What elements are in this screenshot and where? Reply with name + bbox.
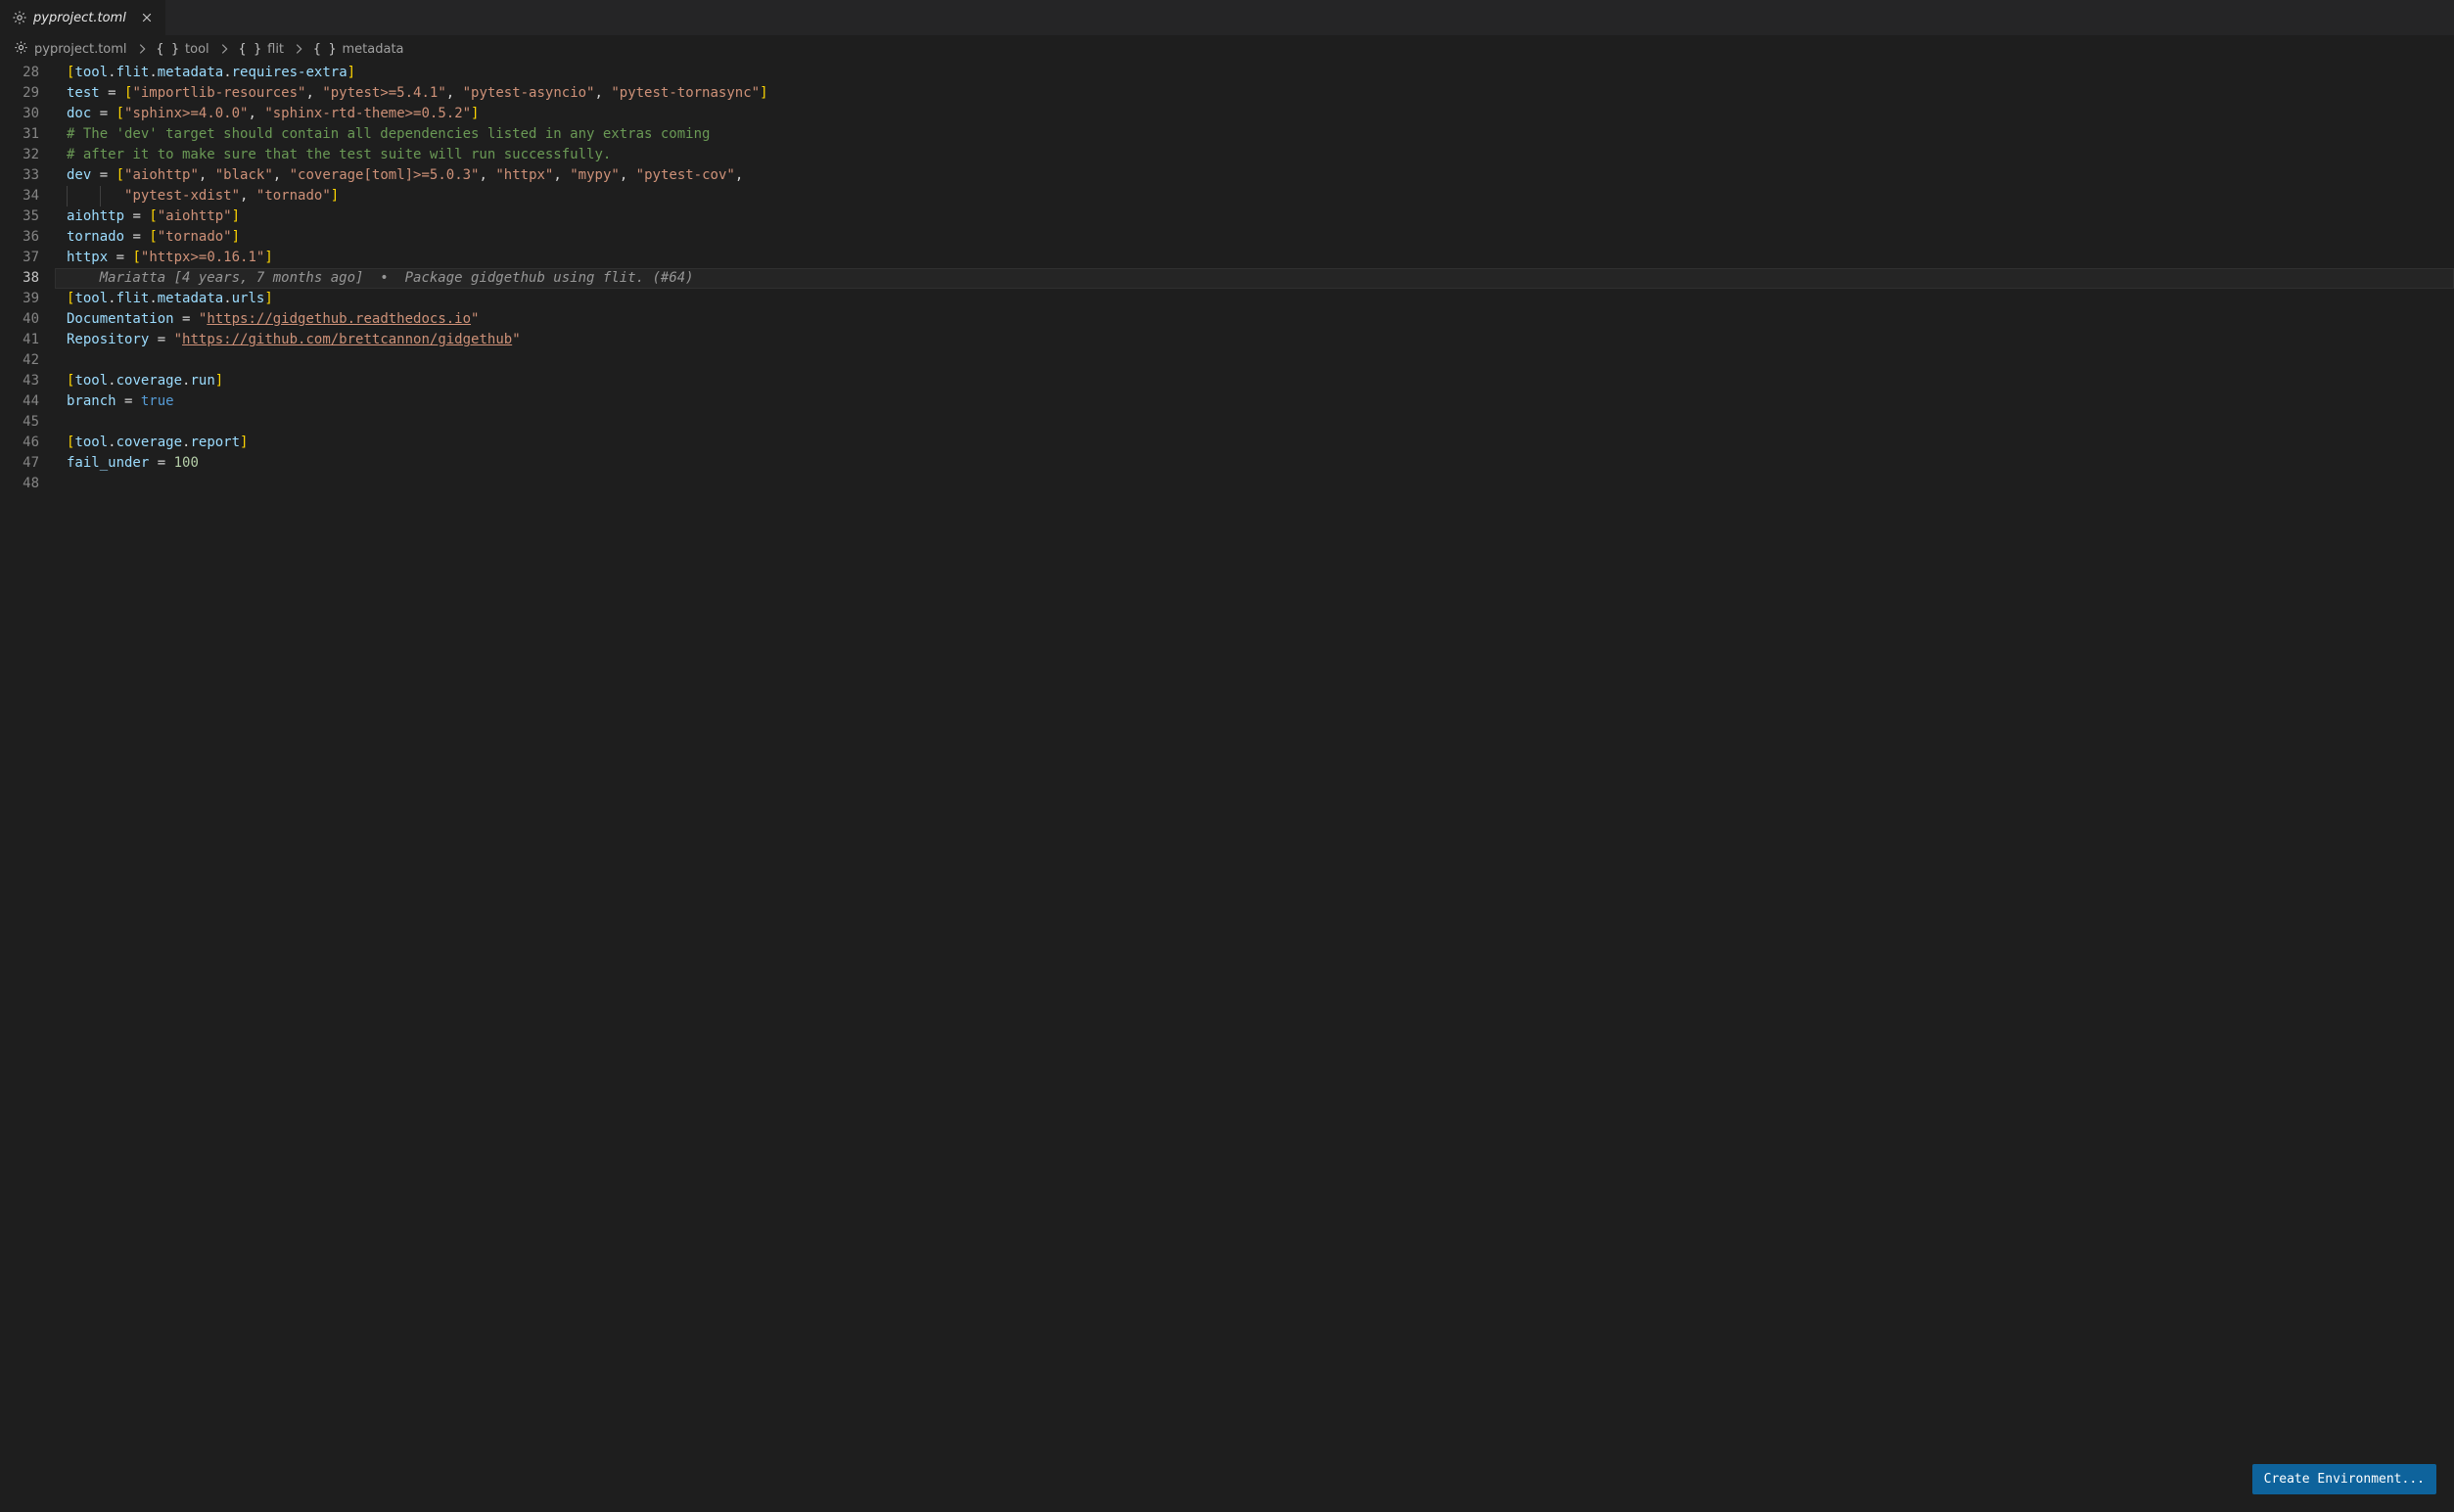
tab-title: pyproject.toml <box>33 11 126 25</box>
tab-pyproject[interactable]: pyproject.toml <box>0 0 165 35</box>
gutter-line-number: 46 <box>0 433 55 453</box>
gutter-line-number: 36 <box>0 227 55 248</box>
gutter-line-number: 44 <box>0 391 55 412</box>
code-line[interactable]: httpx = ["httpx>=0.16.1"] <box>55 248 2454 268</box>
code-line[interactable]: doc = ["sphinx>=4.0.0", "sphinx-rtd-them… <box>55 104 2454 124</box>
create-environment-button[interactable]: Create Environment... <box>2252 1464 2436 1495</box>
code-line[interactable] <box>55 350 2454 371</box>
breadcrumb-segment-label: flit <box>267 42 284 57</box>
gutter-line-number: 29 <box>0 83 55 104</box>
object-icon: { } <box>239 42 261 57</box>
code-line[interactable]: dev = ["aiohttp", "black", "coverage[tom… <box>55 165 2454 186</box>
code-editor[interactable]: 28[tool.flit.metadata.requires-extra]29t… <box>0 63 2454 1512</box>
code-line[interactable]: [tool.flit.metadata.urls] <box>55 289 2454 309</box>
code-line[interactable]: fail_under = 100 <box>55 453 2454 474</box>
breadcrumb-segment-flit[interactable]: { } flit <box>239 42 284 57</box>
gutter-line-number: 39 <box>0 289 55 309</box>
gutter-line-number: 35 <box>0 206 55 227</box>
gutter-line-number: 45 <box>0 412 55 433</box>
code-line[interactable]: branch = true <box>55 391 2454 412</box>
gutter-line-number: 48 <box>0 474 55 494</box>
gutter-line-number: 41 <box>0 330 55 350</box>
gear-icon <box>12 10 27 25</box>
code-line[interactable]: Mariatta [4 years, 7 months ago] • Packa… <box>55 268 2454 289</box>
chevron-right-icon <box>217 42 231 56</box>
gutter-line-number: 47 <box>0 453 55 474</box>
code-line[interactable]: [tool.coverage.run] <box>55 371 2454 391</box>
code-line[interactable]: [tool.flit.metadata.requires-extra] <box>55 63 2454 83</box>
chevron-right-icon <box>135 42 149 56</box>
gutter-line-number: 42 <box>0 350 55 371</box>
tabs-bar: pyproject.toml <box>0 0 2454 35</box>
gutter-line-number: 33 <box>0 165 55 186</box>
breadcrumb-segment-label: tool <box>185 42 209 57</box>
code-line[interactable]: test = ["importlib-resources", "pytest>=… <box>55 83 2454 104</box>
gear-icon <box>14 40 28 59</box>
breadcrumb-segment-tool[interactable]: { } tool <box>157 42 209 57</box>
code-line[interactable]: "pytest-xdist", "tornado"] <box>55 186 2454 206</box>
gutter-line-number: 43 <box>0 371 55 391</box>
breadcrumbs[interactable]: pyproject.toml { } tool { } flit { } met… <box>0 35 2454 63</box>
gutter-line-number: 31 <box>0 124 55 145</box>
gutter-line-number: 37 <box>0 248 55 268</box>
gutter-line-number: 32 <box>0 145 55 165</box>
gutter-line-number: 30 <box>0 104 55 124</box>
code-line[interactable]: aiohttp = ["aiohttp"] <box>55 206 2454 227</box>
button-label: Create Environment... <box>2264 1472 2425 1487</box>
object-icon: { } <box>313 42 336 57</box>
editor-root: pyproject.toml pyproject.toml { } tool <box>0 0 2454 1512</box>
object-icon: { } <box>157 42 179 57</box>
code-line[interactable] <box>55 474 2454 494</box>
code-line[interactable]: # The 'dev' target should contain all de… <box>55 124 2454 145</box>
chevron-right-icon <box>292 42 305 56</box>
code-line[interactable]: # after it to make sure that the test su… <box>55 145 2454 165</box>
gutter-line-number: 38 <box>0 268 55 289</box>
git-blame-annotation[interactable]: Mariatta [4 years, 7 months ago] • Packa… <box>67 270 694 286</box>
code-line[interactable]: Repository = "https://github.com/brettca… <box>55 330 2454 350</box>
gutter-line-number: 40 <box>0 309 55 330</box>
breadcrumb-segment-label: metadata <box>343 42 404 57</box>
breadcrumb-segment-metadata[interactable]: { } metadata <box>313 42 404 57</box>
code-line[interactable] <box>55 412 2454 433</box>
gutter-line-number: 28 <box>0 63 55 83</box>
breadcrumb-file[interactable]: pyproject.toml <box>14 40 127 59</box>
breadcrumb-file-label: pyproject.toml <box>34 42 127 57</box>
code-line[interactable]: Documentation = "https://gidgethub.readt… <box>55 309 2454 330</box>
code-line[interactable]: tornado = ["tornado"] <box>55 227 2454 248</box>
tab-close-button[interactable] <box>138 9 156 26</box>
gutter-line-number: 34 <box>0 186 55 206</box>
code-line[interactable]: [tool.coverage.report] <box>55 433 2454 453</box>
